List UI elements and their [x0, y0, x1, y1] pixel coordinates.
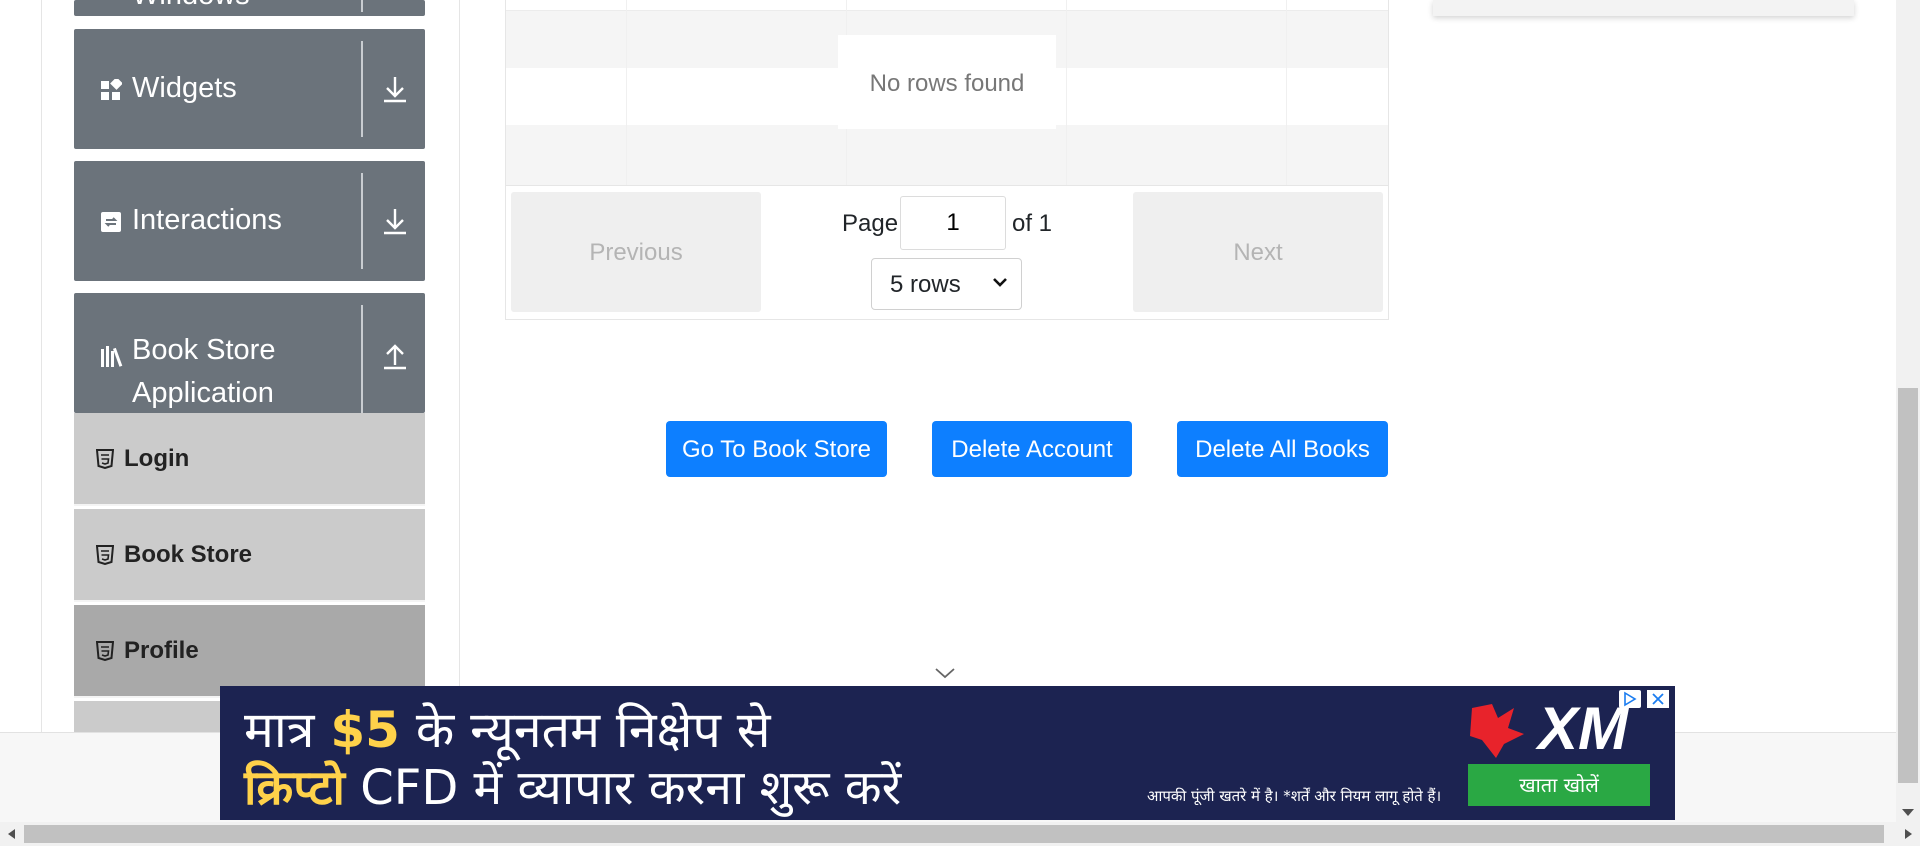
sidebar-item-login[interactable]: Login: [74, 413, 425, 506]
horizontal-scrollbar[interactable]: [0, 822, 1920, 846]
sidebar-group-interactions[interactable]: Interactions: [74, 161, 425, 281]
group-separator: [361, 0, 363, 12]
html5-icon: [96, 545, 114, 565]
arrow-down-icon[interactable]: [375, 69, 415, 109]
previous-button[interactable]: Previous: [511, 192, 761, 312]
page-count-label: of 1: [1012, 210, 1053, 237]
ad-banner[interactable]: मात्र $5 के न्यूनतम निक्षेप से क्रिप्टो …: [220, 686, 1675, 820]
arrow-down-icon[interactable]: [375, 201, 415, 241]
scroll-down-arrow-icon[interactable]: [1901, 808, 1915, 818]
widgets-icon: [101, 79, 122, 100]
ad-cta-button[interactable]: खाता खोलें: [1468, 764, 1650, 806]
sidebar-group-label: Interactions: [132, 204, 282, 236]
next-button[interactable]: Next: [1133, 192, 1383, 312]
sidebar-group-label: Widgets: [132, 72, 237, 104]
page-number-input[interactable]: [900, 196, 1006, 250]
group-separator: [361, 41, 363, 137]
adchoices-icon[interactable]: [1619, 690, 1641, 708]
group-separator: [361, 305, 363, 413]
column-divider: [1286, 0, 1287, 185]
delete-account-button[interactable]: Delete Account: [932, 421, 1132, 477]
html5-icon: [96, 449, 114, 469]
content-border: [459, 0, 460, 732]
vertical-scrollbar-thumb[interactable]: [1898, 388, 1918, 783]
sidebar-item-profile[interactable]: Profile: [74, 605, 425, 698]
ad-headline-line2: क्रिप्टो CFD में व्यापार करना शुरू करें: [244, 760, 902, 816]
sidebar-group-label-line2: Application: [132, 377, 274, 409]
table-row: [506, 125, 1388, 185]
sidebar-item-label: Book Store: [124, 541, 253, 568]
arrow-up-icon[interactable]: [375, 335, 415, 375]
sidebar-group-book-store-application[interactable]: Book Store Application: [74, 293, 425, 413]
rows-per-page-value: 5 rows: [890, 271, 961, 298]
group-separator: [361, 173, 363, 269]
vertical-scrollbar[interactable]: [1896, 0, 1920, 822]
chevron-down-icon[interactable]: [933, 664, 957, 682]
scroll-right-arrow-icon[interactable]: [1904, 828, 1914, 840]
sidebar-item-book-store[interactable]: Book Store: [74, 509, 425, 602]
column-divider: [1066, 0, 1067, 185]
page-label: Page: [842, 210, 899, 237]
interactions-icon: [101, 212, 121, 232]
table-row: [506, 0, 1388, 11]
scroll-left-arrow-icon[interactable]: [6, 828, 16, 840]
xm-bull-icon: [1470, 704, 1524, 758]
go-to-book-store-button[interactable]: Go To Book Store: [666, 421, 887, 477]
rows-per-page-select[interactable]: 5 rows: [871, 258, 1022, 310]
sidebar-item-label: Profile: [124, 637, 199, 664]
sidebar-item-label: Login: [124, 445, 190, 472]
close-icon[interactable]: [1647, 690, 1669, 708]
ad-disclaimer: आपकी पूंजी खतरे में है। *शर्तें और नियम …: [1147, 787, 1442, 805]
html5-icon: [96, 641, 114, 661]
delete-all-books-button[interactable]: Delete All Books: [1177, 421, 1388, 477]
sidebar-group-widgets[interactable]: Widgets: [74, 29, 425, 149]
column-divider: [626, 0, 627, 185]
ad-brand-logo: XM: [1538, 695, 1628, 762]
books-icon: [101, 346, 123, 367]
sidebar-group-windows[interactable]: Windows: [74, 0, 425, 16]
ad-headline-line1: मात्र $5 के न्यूनतम निक्षेप से: [244, 701, 771, 759]
sidebar-border: [41, 0, 42, 732]
horizontal-scrollbar-thumb[interactable]: [24, 825, 1884, 843]
chevron-down-icon: [993, 278, 1007, 287]
no-rows-message: No rows found: [838, 35, 1056, 129]
sidebar-group-label-line1: Book Store: [132, 334, 276, 366]
side-panel-card: [1433, 0, 1854, 16]
sidebar-group-label: Windows: [132, 0, 250, 16]
